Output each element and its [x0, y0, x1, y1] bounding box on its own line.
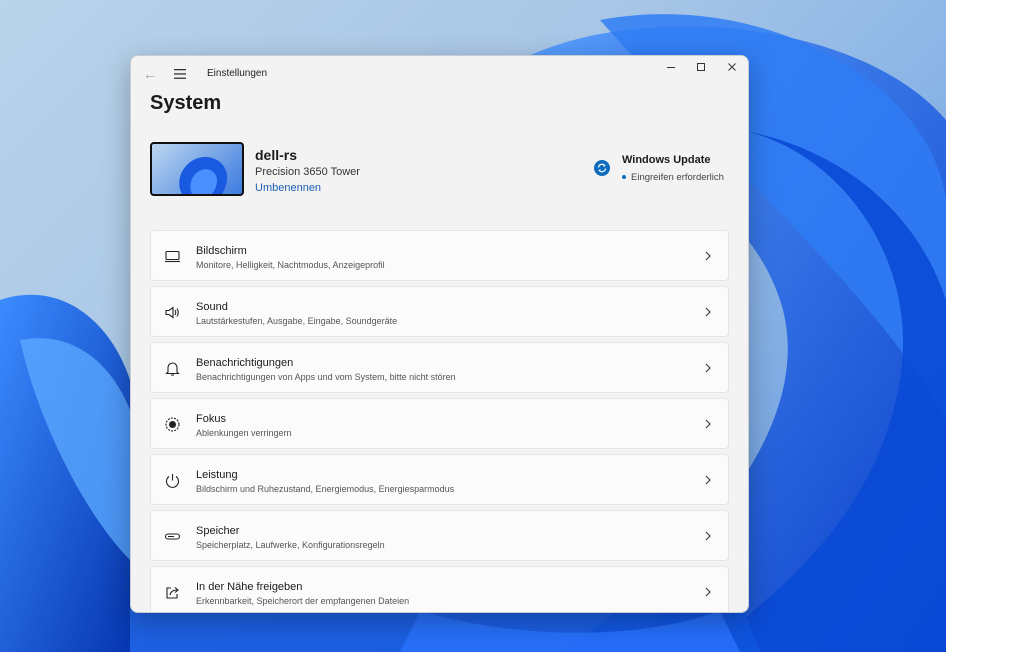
bell-icon — [165, 362, 180, 376]
chevron-right-icon — [705, 475, 711, 485]
settings-item-description: Monitore, Helligkeit, Nachtmodus, Anzeig… — [196, 260, 385, 270]
chevron-right-icon — [705, 531, 711, 541]
minimize-icon — [667, 67, 675, 68]
speaker-icon — [165, 306, 179, 319]
settings-item-bildschirm[interactable]: Bildschirm Monitore, Helligkeit, Nachtmo… — [150, 230, 729, 281]
chevron-right-icon — [705, 587, 711, 597]
settings-item-label: Bildschirm — [196, 245, 247, 257]
minimize-button[interactable] — [656, 56, 686, 78]
status-dot-icon — [622, 175, 626, 180]
settings-item-label: Speicher — [196, 525, 240, 537]
focus-icon — [165, 417, 180, 432]
windows-update-status-text: Eingreifen erforderlich — [631, 172, 724, 183]
device-thumbnail — [150, 142, 244, 196]
app-title: Einstellungen — [207, 68, 268, 79]
settings-item-label: Benachrichtigungen — [196, 357, 294, 369]
settings-item-label: In der Nähe freigeben — [196, 581, 303, 593]
settings-item-label: Fokus — [196, 413, 226, 425]
settings-item-description: Bildschirm und Ruhezustand, Energiemodus… — [196, 484, 455, 494]
device-name: dell-rs — [255, 147, 298, 163]
settings-list: Bildschirm Monitore, Helligkeit, Nachtmo… — [150, 230, 729, 612]
settings-item-description: Erkennbarkeit, Speicherort der empfangen… — [196, 596, 410, 606]
wallpaper-thumbnail-art — [179, 156, 228, 194]
windows-update-status: Eingreifen erforderlich — [622, 172, 724, 183]
settings-item-fokus[interactable]: Fokus Ablenkungen verringern — [150, 398, 729, 449]
maximize-button[interactable] — [686, 56, 716, 78]
chevron-right-icon — [705, 363, 711, 373]
maximize-icon — [697, 63, 705, 71]
sync-icon[interactable] — [594, 160, 610, 176]
settings-item-benachrichtigungen[interactable]: Benachrichtigungen Benachrichtigungen vo… — [150, 342, 729, 393]
page-title: System — [150, 92, 222, 114]
share-icon — [166, 587, 179, 599]
display-icon — [165, 250, 180, 263]
settings-item-sound[interactable]: Sound Lautstärkestufen, Ausgabe, Eingabe… — [150, 286, 729, 337]
settings-item-description: Benachrichtigungen von Apps und vom Syst… — [196, 372, 456, 382]
settings-item-description: Ablenkungen verringern — [196, 428, 292, 438]
back-arrow-icon[interactable]: ← — [143, 66, 159, 82]
device-model: Precision 3650 Tower — [255, 166, 360, 178]
settings-item-label: Leistung — [196, 469, 238, 481]
settings-item-leistung[interactable]: Leistung Bildschirm und Ruhezustand, Ene… — [150, 454, 729, 505]
title-bar: ← Einstellungen — [131, 56, 748, 92]
rename-link[interactable]: Umbenennen — [255, 182, 321, 194]
settings-item-description: Lautstärkestufen, Ausgabe, Eingabe, Soun… — [196, 316, 398, 326]
settings-item-nearby-sharing[interactable]: In der Nähe freigeben Erkennbarkeit, Spe… — [150, 566, 729, 612]
windows-update-title[interactable]: Windows Update — [622, 154, 711, 166]
chevron-right-icon — [705, 419, 711, 429]
settings-item-label: Sound — [196, 301, 228, 313]
hamburger-menu-icon[interactable] — [173, 67, 187, 81]
chevron-right-icon — [705, 307, 711, 317]
close-button[interactable] — [717, 56, 747, 78]
storage-icon — [164, 533, 181, 540]
settings-item-speicher[interactable]: Speicher Speicherplatz, Laufwerke, Konfi… — [150, 510, 729, 561]
settings-window: ← Einstellungen System dell-rs Precision… — [130, 55, 749, 613]
settings-item-description: Speicherplatz, Laufwerke, Konfigurations… — [196, 540, 385, 550]
close-icon — [728, 63, 736, 71]
chevron-right-icon — [705, 251, 711, 261]
power-icon — [165, 474, 180, 488]
